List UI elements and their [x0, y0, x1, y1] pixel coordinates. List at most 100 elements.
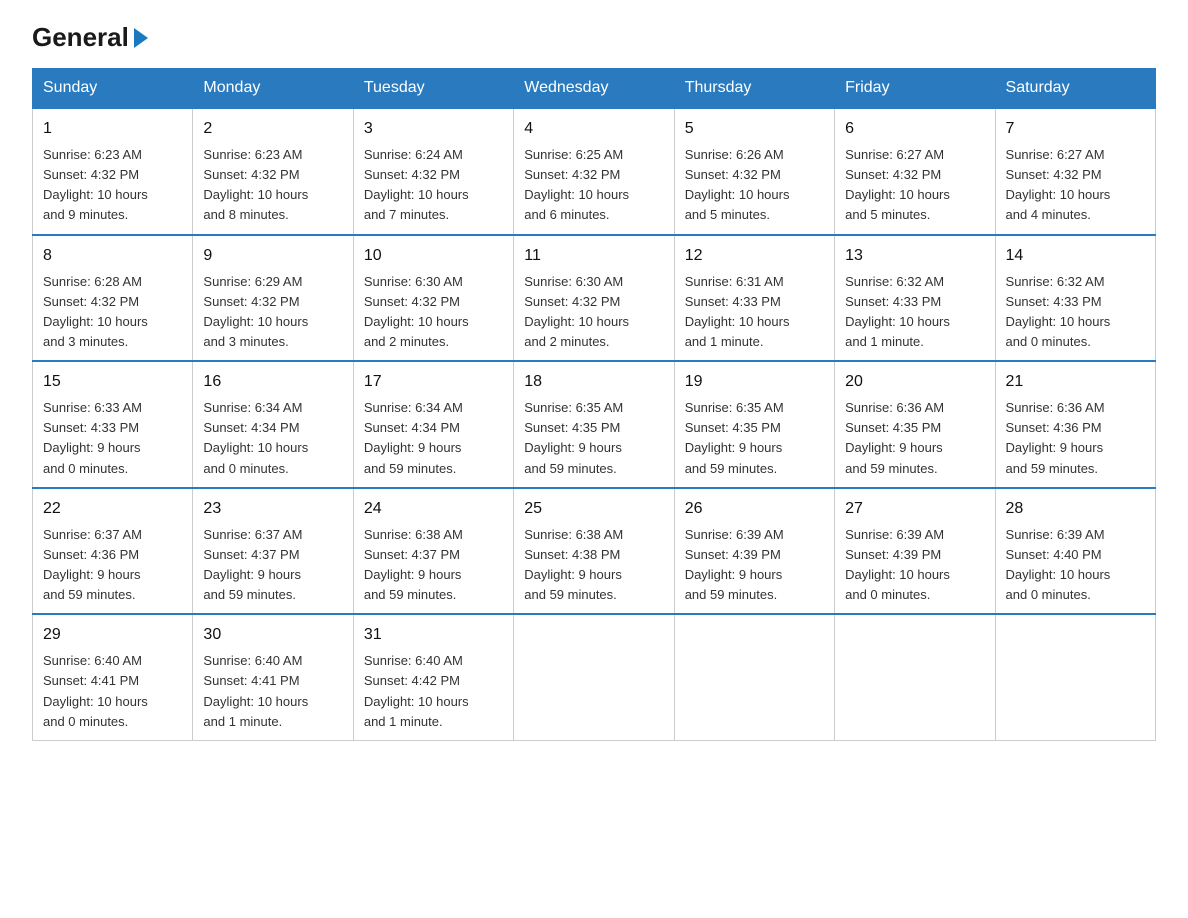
calendar-cell: 22 Sunrise: 6:37 AMSunset: 4:36 PMDaylig…	[33, 488, 193, 615]
calendar-cell: 29 Sunrise: 6:40 AMSunset: 4:41 PMDaylig…	[33, 614, 193, 740]
day-number: 4	[524, 117, 663, 141]
day-number: 28	[1006, 497, 1145, 521]
calendar-cell: 15 Sunrise: 6:33 AMSunset: 4:33 PMDaylig…	[33, 361, 193, 488]
calendar-cell: 12 Sunrise: 6:31 AMSunset: 4:33 PMDaylig…	[674, 235, 834, 362]
day-info: Sunrise: 6:26 AMSunset: 4:32 PMDaylight:…	[685, 147, 790, 222]
calendar-cell: 5 Sunrise: 6:26 AMSunset: 4:32 PMDayligh…	[674, 108, 834, 235]
day-number: 30	[203, 623, 342, 647]
calendar-cell: 4 Sunrise: 6:25 AMSunset: 4:32 PMDayligh…	[514, 108, 674, 235]
column-header-monday: Monday	[193, 69, 353, 109]
column-header-tuesday: Tuesday	[353, 69, 513, 109]
day-info: Sunrise: 6:24 AMSunset: 4:32 PMDaylight:…	[364, 147, 469, 222]
day-info: Sunrise: 6:25 AMSunset: 4:32 PMDaylight:…	[524, 147, 629, 222]
column-header-friday: Friday	[835, 69, 995, 109]
day-number: 29	[43, 623, 182, 647]
calendar-header-row: SundayMondayTuesdayWednesdayThursdayFrid…	[33, 69, 1156, 109]
day-number: 23	[203, 497, 342, 521]
calendar-cell: 25 Sunrise: 6:38 AMSunset: 4:38 PMDaylig…	[514, 488, 674, 615]
day-info: Sunrise: 6:32 AMSunset: 4:33 PMDaylight:…	[1006, 274, 1111, 349]
day-info: Sunrise: 6:40 AMSunset: 4:41 PMDaylight:…	[43, 653, 148, 728]
week-row-3: 15 Sunrise: 6:33 AMSunset: 4:33 PMDaylig…	[33, 361, 1156, 488]
calendar-cell: 18 Sunrise: 6:35 AMSunset: 4:35 PMDaylig…	[514, 361, 674, 488]
calendar-cell: 11 Sunrise: 6:30 AMSunset: 4:32 PMDaylig…	[514, 235, 674, 362]
day-info: Sunrise: 6:38 AMSunset: 4:38 PMDaylight:…	[524, 527, 623, 602]
day-info: Sunrise: 6:33 AMSunset: 4:33 PMDaylight:…	[43, 400, 142, 475]
column-header-wednesday: Wednesday	[514, 69, 674, 109]
day-info: Sunrise: 6:23 AMSunset: 4:32 PMDaylight:…	[203, 147, 308, 222]
calendar-table: SundayMondayTuesdayWednesdayThursdayFrid…	[32, 68, 1156, 741]
day-info: Sunrise: 6:40 AMSunset: 4:41 PMDaylight:…	[203, 653, 308, 728]
day-info: Sunrise: 6:37 AMSunset: 4:36 PMDaylight:…	[43, 527, 142, 602]
day-number: 22	[43, 497, 182, 521]
calendar-cell	[835, 614, 995, 740]
day-info: Sunrise: 6:39 AMSunset: 4:40 PMDaylight:…	[1006, 527, 1111, 602]
day-info: Sunrise: 6:27 AMSunset: 4:32 PMDaylight:…	[845, 147, 950, 222]
calendar-cell: 8 Sunrise: 6:28 AMSunset: 4:32 PMDayligh…	[33, 235, 193, 362]
day-info: Sunrise: 6:35 AMSunset: 4:35 PMDaylight:…	[524, 400, 623, 475]
calendar-cell: 21 Sunrise: 6:36 AMSunset: 4:36 PMDaylig…	[995, 361, 1155, 488]
day-info: Sunrise: 6:34 AMSunset: 4:34 PMDaylight:…	[364, 400, 463, 475]
day-info: Sunrise: 6:30 AMSunset: 4:32 PMDaylight:…	[364, 274, 469, 349]
day-number: 15	[43, 370, 182, 394]
day-number: 18	[524, 370, 663, 394]
day-info: Sunrise: 6:30 AMSunset: 4:32 PMDaylight:…	[524, 274, 629, 349]
logo: General	[32, 24, 148, 50]
logo-general-text: General	[32, 24, 148, 50]
column-header-sunday: Sunday	[33, 69, 193, 109]
calendar-cell: 17 Sunrise: 6:34 AMSunset: 4:34 PMDaylig…	[353, 361, 513, 488]
calendar-cell	[674, 614, 834, 740]
week-row-2: 8 Sunrise: 6:28 AMSunset: 4:32 PMDayligh…	[33, 235, 1156, 362]
day-info: Sunrise: 6:28 AMSunset: 4:32 PMDaylight:…	[43, 274, 148, 349]
day-info: Sunrise: 6:32 AMSunset: 4:33 PMDaylight:…	[845, 274, 950, 349]
calendar-cell	[995, 614, 1155, 740]
day-number: 26	[685, 497, 824, 521]
calendar-cell: 14 Sunrise: 6:32 AMSunset: 4:33 PMDaylig…	[995, 235, 1155, 362]
day-number: 14	[1006, 244, 1145, 268]
day-number: 17	[364, 370, 503, 394]
calendar-cell	[514, 614, 674, 740]
day-info: Sunrise: 6:29 AMSunset: 4:32 PMDaylight:…	[203, 274, 308, 349]
calendar-cell: 2 Sunrise: 6:23 AMSunset: 4:32 PMDayligh…	[193, 108, 353, 235]
day-info: Sunrise: 6:35 AMSunset: 4:35 PMDaylight:…	[685, 400, 784, 475]
calendar-cell: 9 Sunrise: 6:29 AMSunset: 4:32 PMDayligh…	[193, 235, 353, 362]
day-info: Sunrise: 6:39 AMSunset: 4:39 PMDaylight:…	[685, 527, 784, 602]
day-number: 25	[524, 497, 663, 521]
column-header-saturday: Saturday	[995, 69, 1155, 109]
calendar-cell: 16 Sunrise: 6:34 AMSunset: 4:34 PMDaylig…	[193, 361, 353, 488]
day-info: Sunrise: 6:34 AMSunset: 4:34 PMDaylight:…	[203, 400, 308, 475]
day-number: 7	[1006, 117, 1145, 141]
day-number: 20	[845, 370, 984, 394]
day-number: 10	[364, 244, 503, 268]
day-number: 11	[524, 244, 663, 268]
calendar-cell: 23 Sunrise: 6:37 AMSunset: 4:37 PMDaylig…	[193, 488, 353, 615]
day-info: Sunrise: 6:23 AMSunset: 4:32 PMDaylight:…	[43, 147, 148, 222]
day-info: Sunrise: 6:38 AMSunset: 4:37 PMDaylight:…	[364, 527, 463, 602]
calendar-cell: 13 Sunrise: 6:32 AMSunset: 4:33 PMDaylig…	[835, 235, 995, 362]
day-info: Sunrise: 6:27 AMSunset: 4:32 PMDaylight:…	[1006, 147, 1111, 222]
day-info: Sunrise: 6:36 AMSunset: 4:35 PMDaylight:…	[845, 400, 944, 475]
day-number: 2	[203, 117, 342, 141]
week-row-5: 29 Sunrise: 6:40 AMSunset: 4:41 PMDaylig…	[33, 614, 1156, 740]
calendar-cell: 30 Sunrise: 6:40 AMSunset: 4:41 PMDaylig…	[193, 614, 353, 740]
day-info: Sunrise: 6:40 AMSunset: 4:42 PMDaylight:…	[364, 653, 469, 728]
calendar-cell: 31 Sunrise: 6:40 AMSunset: 4:42 PMDaylig…	[353, 614, 513, 740]
week-row-4: 22 Sunrise: 6:37 AMSunset: 4:36 PMDaylig…	[33, 488, 1156, 615]
day-number: 21	[1006, 370, 1145, 394]
calendar-cell: 19 Sunrise: 6:35 AMSunset: 4:35 PMDaylig…	[674, 361, 834, 488]
calendar-cell: 28 Sunrise: 6:39 AMSunset: 4:40 PMDaylig…	[995, 488, 1155, 615]
calendar-cell: 1 Sunrise: 6:23 AMSunset: 4:32 PMDayligh…	[33, 108, 193, 235]
day-number: 12	[685, 244, 824, 268]
page-header: General	[32, 24, 1156, 50]
calendar-cell: 24 Sunrise: 6:38 AMSunset: 4:37 PMDaylig…	[353, 488, 513, 615]
calendar-cell: 3 Sunrise: 6:24 AMSunset: 4:32 PMDayligh…	[353, 108, 513, 235]
day-info: Sunrise: 6:37 AMSunset: 4:37 PMDaylight:…	[203, 527, 302, 602]
day-number: 5	[685, 117, 824, 141]
day-number: 16	[203, 370, 342, 394]
day-number: 19	[685, 370, 824, 394]
calendar-cell: 27 Sunrise: 6:39 AMSunset: 4:39 PMDaylig…	[835, 488, 995, 615]
column-header-thursday: Thursday	[674, 69, 834, 109]
day-number: 1	[43, 117, 182, 141]
day-info: Sunrise: 6:36 AMSunset: 4:36 PMDaylight:…	[1006, 400, 1105, 475]
day-number: 27	[845, 497, 984, 521]
day-number: 9	[203, 244, 342, 268]
